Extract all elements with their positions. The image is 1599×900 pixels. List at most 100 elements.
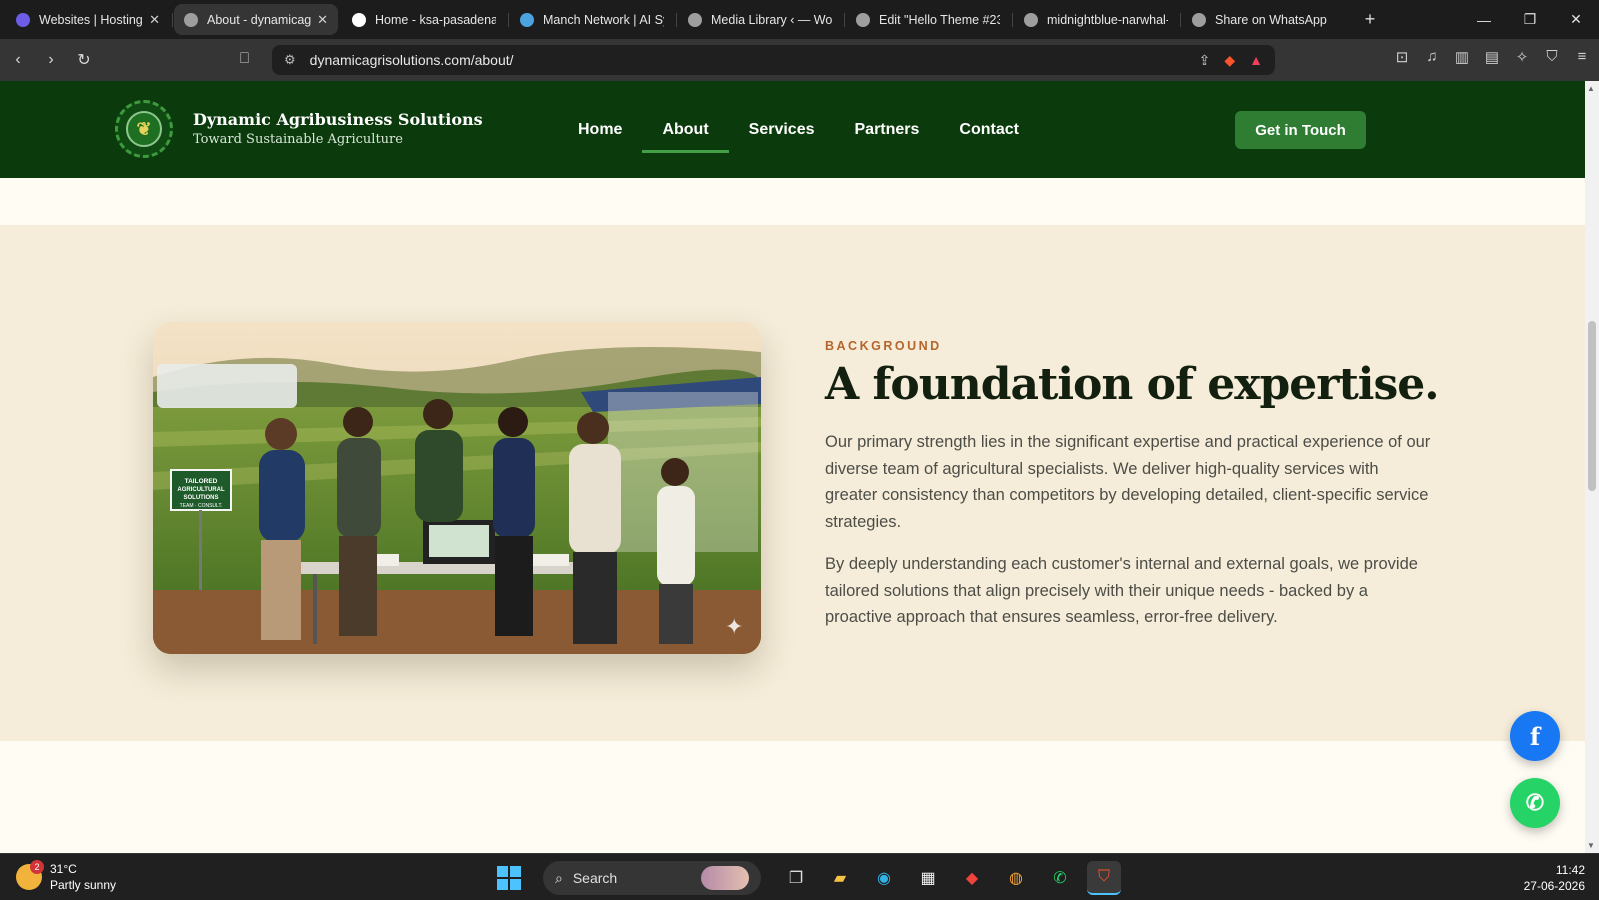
bookmark-icon[interactable]: ⎕	[240, 50, 249, 67]
back-button[interactable]: ‹	[3, 45, 33, 75]
browser-tab-3[interactable]: Home - ksa-pasadena.c	[342, 4, 509, 35]
edge-browser-icon[interactable]: ◉	[867, 861, 901, 895]
sign-line-3: SOLUTIONS	[183, 495, 218, 501]
tab-favicon-icon	[352, 12, 366, 27]
weather-condition-text: Partly sunny	[50, 878, 117, 892]
site-info-icon[interactable]: ⚙	[284, 52, 296, 68]
nav-link-services[interactable]: Services	[729, 81, 835, 178]
browser-tab-7[interactable]: midnightblue-narwhal-	[1014, 4, 1181, 35]
clock-date: 27-06-2026	[1523, 879, 1585, 893]
team-field-photo: TAILORED AGRICULTURAL SOLUTIONS TEAM · C…	[153, 322, 761, 654]
scrollbar-thumb[interactable]	[1588, 321, 1596, 491]
tab-favicon-icon	[520, 12, 534, 27]
section-headline: A foundation of expertise.	[825, 359, 1440, 410]
anydesk-icon[interactable]: ◆	[955, 861, 989, 895]
reload-button[interactable]: ↻	[69, 45, 99, 75]
tab-title: Home - ksa-pasadena.c	[375, 12, 496, 27]
brave-browser-icon[interactable]: ⛉	[1087, 861, 1121, 895]
tab-title: Media Library ‹ — Wor	[711, 12, 832, 27]
browser-tab-4[interactable]: Manch Network | AI Sy	[510, 4, 677, 35]
tab-separator	[676, 13, 677, 27]
sparkle-icon: ✦	[725, 614, 743, 639]
tab-title: About - dynamicag	[207, 12, 312, 27]
tab-favicon-icon	[184, 12, 198, 27]
main-navigation: Home About Services Partners Contact	[570, 81, 1039, 178]
browser-tab-1[interactable]: Websites | Hosting ✕	[6, 4, 173, 35]
sign-line-2: AGRICULTURAL	[177, 487, 225, 493]
brand-tagline: Toward Sustainable Agriculture	[193, 132, 403, 147]
media-icon[interactable]: ♫	[1423, 48, 1441, 66]
tab-title: Edit "Hello Theme #23"	[879, 12, 1000, 27]
color-picker-app-icon[interactable]: ◍	[999, 861, 1033, 895]
system-clock[interactable]: 11:42 27-06-2026	[1524, 862, 1585, 894]
page-scrollbar[interactable]: ▲ ▼	[1585, 81, 1599, 853]
task-view-icon[interactable]: ❐	[779, 861, 813, 895]
tab-title: Websites | Hosting	[39, 12, 143, 27]
url-text[interactable]: dynamicagrisolutions.com/about/	[310, 52, 1185, 68]
file-explorer-icon[interactable]: ▰	[823, 861, 857, 895]
tab-separator	[172, 13, 173, 27]
scroll-down-arrow-icon[interactable]: ▼	[1587, 841, 1595, 850]
tab-favicon-icon	[1192, 12, 1206, 27]
tab-favicon-icon	[1024, 12, 1038, 27]
leaf-icon: ❦	[126, 111, 162, 147]
about-background-section: TAILORED AGRICULTURAL SOLUTIONS TEAM · C…	[0, 225, 1585, 741]
about-paragraph-1: Our primary strength lies in the signifi…	[825, 433, 1431, 531]
brand-name[interactable]: Dynamic Agribusiness Solutions	[193, 110, 483, 129]
vpn-icon[interactable]: ⛉	[1543, 48, 1561, 66]
whatsapp-app-icon[interactable]: ✆	[1043, 861, 1077, 895]
tab-favicon-icon	[16, 12, 30, 27]
photo-illustration: TAILORED AGRICULTURAL SOLUTIONS TEAM · C…	[153, 322, 761, 654]
page-viewport: ❦ Dynamic Agribusiness Solutions Toward …	[0, 81, 1585, 853]
wallet-icon[interactable]: ▤	[1483, 48, 1501, 66]
brave-shields-icon[interactable]: ◆	[1224, 52, 1235, 69]
close-window-button[interactable]: ✕	[1553, 0, 1599, 39]
nav-link-about[interactable]: About	[642, 81, 729, 178]
browser-tab-5[interactable]: Media Library ‹ — Wor	[678, 4, 845, 35]
taskbar-search[interactable]: ⌕ Search	[543, 861, 761, 895]
tab-separator	[1180, 13, 1181, 27]
new-tab-button[interactable]: +	[1358, 9, 1382, 30]
minimize-button[interactable]: —	[1461, 0, 1507, 39]
sidebar-icon[interactable]: ▥	[1453, 48, 1471, 66]
nav-link-partners[interactable]: Partners	[835, 81, 940, 178]
weather-widget[interactable]: 2 31°C Partly sunny	[16, 860, 117, 893]
forward-button[interactable]: ›	[36, 45, 66, 75]
address-bar[interactable]: ⚙ dynamicagrisolutions.com/about/ ⇪ ◆ ▲	[272, 45, 1275, 75]
nav-link-contact[interactable]: Contact	[939, 81, 1039, 178]
windows-taskbar: 2 31°C Partly sunny ⌕ Search ❐ ▰ ◉ ▦ ◆ ◍…	[0, 853, 1599, 900]
get-in-touch-button[interactable]: Get in Touch	[1235, 111, 1366, 149]
browser-tab-2[interactable]: About - dynamicag ✕	[174, 4, 338, 35]
tab-close-icon[interactable]: ✕	[149, 12, 160, 28]
browser-tab-6[interactable]: Edit "Hello Theme #23"	[846, 4, 1013, 35]
tab-close-icon[interactable]: ✕	[317, 12, 328, 28]
tab-title: midnightblue-narwhal-	[1047, 12, 1168, 27]
share-icon[interactable]: ⇪	[1199, 52, 1211, 69]
maximize-button[interactable]: ❐	[1507, 0, 1553, 39]
about-paragraph-2: By deeply understanding each customer's …	[825, 555, 1418, 626]
browser-toolbar: ‹ › ↻ ⎕ ⚙ dynamicagrisolutions.com/about…	[0, 39, 1599, 81]
windows-start-icon[interactable]	[497, 866, 521, 890]
search-icon: ⌕	[555, 869, 563, 886]
whatsapp-chat-button[interactable]: ✆	[1510, 778, 1560, 828]
menu-icon[interactable]: ≡	[1573, 48, 1591, 66]
browser-tab-8[interactable]: Share on WhatsApp	[1182, 4, 1346, 35]
tab-favicon-icon	[856, 12, 870, 27]
facebook-share-button[interactable]: f	[1510, 711, 1560, 761]
window-controls: — ❐ ✕	[1461, 0, 1599, 39]
microsoft-store-icon[interactable]: ▦	[911, 861, 945, 895]
search-highlight-image	[701, 866, 749, 890]
brave-rewards-icon[interactable]: ▲	[1249, 52, 1263, 68]
scroll-up-arrow-icon[interactable]: ▲	[1587, 84, 1595, 93]
notification-badge: 2	[30, 860, 44, 874]
search-label: Search	[572, 870, 618, 886]
leo-ai-icon[interactable]: ✧	[1513, 48, 1531, 66]
clock-time: 11:42	[1555, 863, 1585, 877]
screenshot-icon[interactable]: ⊡	[1393, 48, 1411, 66]
tab-separator	[508, 13, 509, 27]
nav-link-home[interactable]: Home	[570, 81, 642, 178]
brand-logo[interactable]: ❦	[115, 100, 173, 158]
taskbar-apps: ⌕ Search ❐ ▰ ◉ ▦ ◆ ◍ ✆ ⛉	[497, 860, 1121, 896]
sign-line-1: TAILORED	[185, 478, 218, 485]
tab-title: Share on WhatsApp	[1215, 12, 1327, 27]
